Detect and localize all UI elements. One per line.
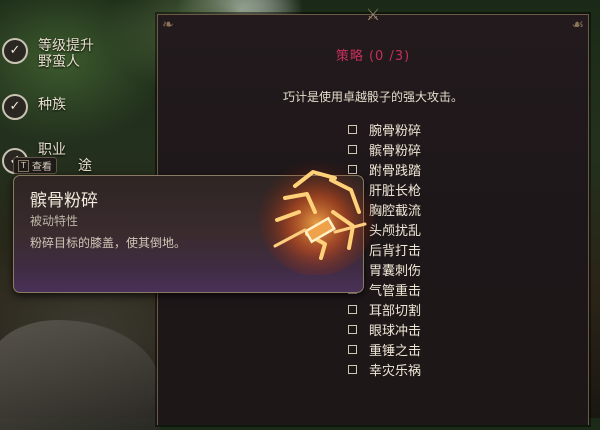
corner-ornament: ☙ bbox=[571, 17, 584, 33]
maneuver-label: 胸腔截流 bbox=[369, 203, 422, 219]
maneuver-option[interactable]: 幸灾乐祸 bbox=[348, 359, 421, 379]
maneuver-label: 后背打击 bbox=[369, 243, 422, 259]
maneuver-option[interactable]: 耳部切割 bbox=[348, 299, 421, 319]
panel-description: 巧计是使用卓越骰子的强大攻击。 bbox=[282, 90, 463, 104]
step-subtitle: 野蛮人 bbox=[38, 54, 80, 70]
step-title: 职业 bbox=[38, 142, 66, 158]
maneuver-option[interactable]: 重锤之击 bbox=[348, 339, 421, 359]
step-title: 等级提升 bbox=[38, 38, 94, 54]
tooltip-description: 粉碎目标的膝盖，使其倒地。 bbox=[30, 236, 187, 250]
maneuver-option[interactable]: 腕骨粉碎 bbox=[348, 119, 421, 139]
step-title: 种族 bbox=[38, 97, 66, 113]
kneecap-shatter-icon bbox=[259, 160, 375, 275]
inspect-key-hint[interactable]: T 查看 bbox=[13, 157, 57, 174]
step-race[interactable]: ✓ 种族 bbox=[0, 94, 66, 120]
maneuver-label: 耳部切割 bbox=[369, 303, 422, 319]
panel-title: 策略 (0 /3) bbox=[335, 49, 411, 64]
maneuver-label: 胃囊刺伤 bbox=[369, 263, 422, 279]
checkbox-icon[interactable] bbox=[348, 364, 357, 374]
corner-ornament: ❧ bbox=[162, 17, 174, 33]
maneuver-label: 髌骨粉碎 bbox=[369, 143, 422, 159]
tooltip-subtitle: 被动特性 bbox=[30, 214, 79, 228]
checkbox-icon[interactable] bbox=[348, 324, 357, 334]
maneuver-label: 重锤之击 bbox=[369, 343, 422, 359]
maneuver-label: 幸灾乐祸 bbox=[369, 363, 422, 379]
checkbox-icon[interactable] bbox=[348, 304, 357, 314]
step-level-up[interactable]: ✓ 等级提升 野蛮人 bbox=[0, 38, 94, 70]
maneuver-option[interactable]: 眼球冲击 bbox=[348, 319, 421, 339]
ornament-icon: ⚔ bbox=[365, 5, 381, 24]
maneuver-label: 肝脏长枪 bbox=[369, 183, 422, 199]
key-action: 查看 bbox=[31, 162, 52, 173]
tooltip-title: 髌骨粉碎 bbox=[30, 191, 98, 211]
step-subtitle-partial: 途 bbox=[78, 158, 92, 174]
check-icon: ✓ bbox=[2, 94, 28, 120]
maneuver-label: 跗骨践踏 bbox=[369, 163, 422, 179]
maneuver-label: 眼球冲击 bbox=[369, 323, 422, 339]
maneuver-label: 气管重击 bbox=[369, 283, 422, 299]
maneuver-label: 头颅扰乱 bbox=[369, 223, 422, 239]
checkbox-icon[interactable] bbox=[348, 344, 357, 354]
maneuver-label: 腕骨粉碎 bbox=[369, 123, 422, 139]
key-glyph: T bbox=[18, 159, 29, 172]
checkbox-icon[interactable] bbox=[348, 124, 357, 134]
check-icon: ✓ bbox=[2, 38, 28, 64]
